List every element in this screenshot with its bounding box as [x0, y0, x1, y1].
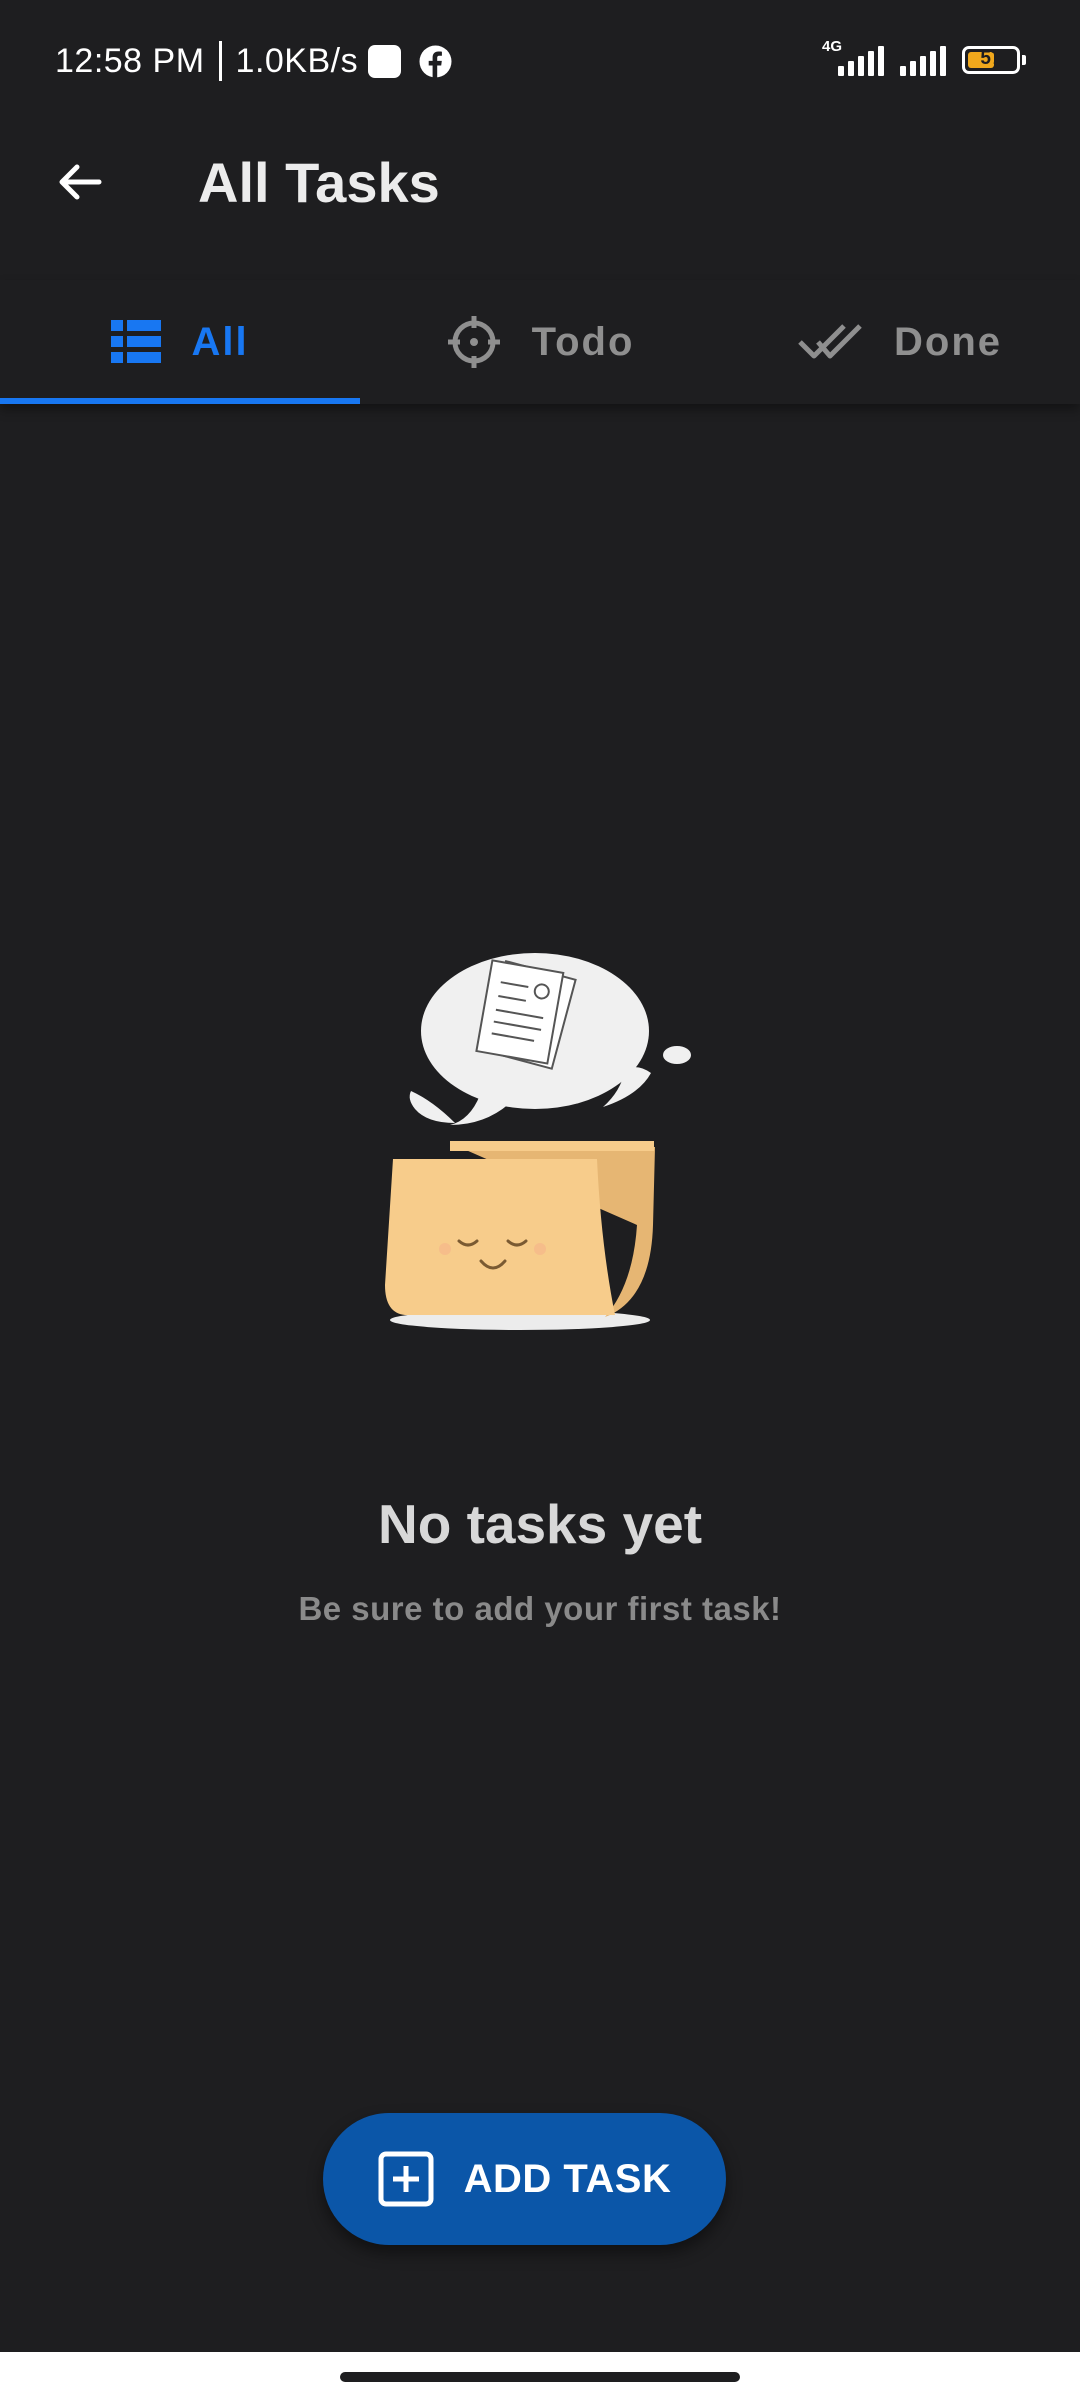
gesture-nav-bar: [0, 2352, 1080, 2400]
back-button[interactable]: [40, 142, 120, 222]
tab-all[interactable]: All: [0, 280, 360, 404]
happy-folder-illustration: [375, 945, 705, 1335]
status-separator: [218, 41, 222, 81]
battery-level: 57: [980, 48, 1002, 69]
tab-todo[interactable]: Todo: [360, 280, 720, 404]
signal-bars-1: [838, 44, 884, 76]
double-check-icon: [798, 324, 862, 359]
network-type-label: 4G: [822, 38, 843, 55]
battery-icon: 57: [962, 46, 1026, 74]
add-task-label: ADD TASK: [463, 2156, 672, 2201]
status-time: 12:58 PM: [55, 41, 205, 80]
tab-done-label: Done: [894, 319, 1002, 364]
add-task-button[interactable]: ADD TASK: [323, 2113, 726, 2245]
cellular-signal-4g-icon: 4G: [822, 38, 884, 76]
status-net-speed: 1.0KB/s: [235, 41, 359, 80]
home-indicator[interactable]: [340, 2372, 740, 2382]
arrow-left-icon: [59, 164, 102, 200]
list-icon: [111, 320, 162, 363]
app-bar: All Tasks: [0, 120, 1080, 260]
empty-state-subtitle: Be sure to add your first task!: [298, 1590, 782, 1627]
facebook-icon: [419, 45, 452, 78]
active-tab-indicator: [0, 398, 360, 404]
cellular-signal-icon: [900, 44, 946, 76]
status-left: 12:58 PM 1.0KB/s: [55, 38, 452, 84]
square-notification-icon: [368, 44, 402, 78]
tab-bar: All Todo Done: [0, 280, 1080, 404]
tab-todo-label: Todo: [531, 319, 635, 364]
status-bar: 12:58 PM 1.0KB/s 4G 57: [0, 0, 1080, 120]
tab-all-label: All: [191, 319, 249, 364]
status-right: 4G 57: [822, 38, 1026, 80]
page-title: All Tasks: [198, 151, 440, 214]
crosshair-icon: [447, 316, 500, 368]
empty-state-title: No tasks yet: [377, 1493, 703, 1555]
tab-done[interactable]: Done: [720, 280, 1080, 404]
plus-square-icon: [378, 2151, 434, 2207]
